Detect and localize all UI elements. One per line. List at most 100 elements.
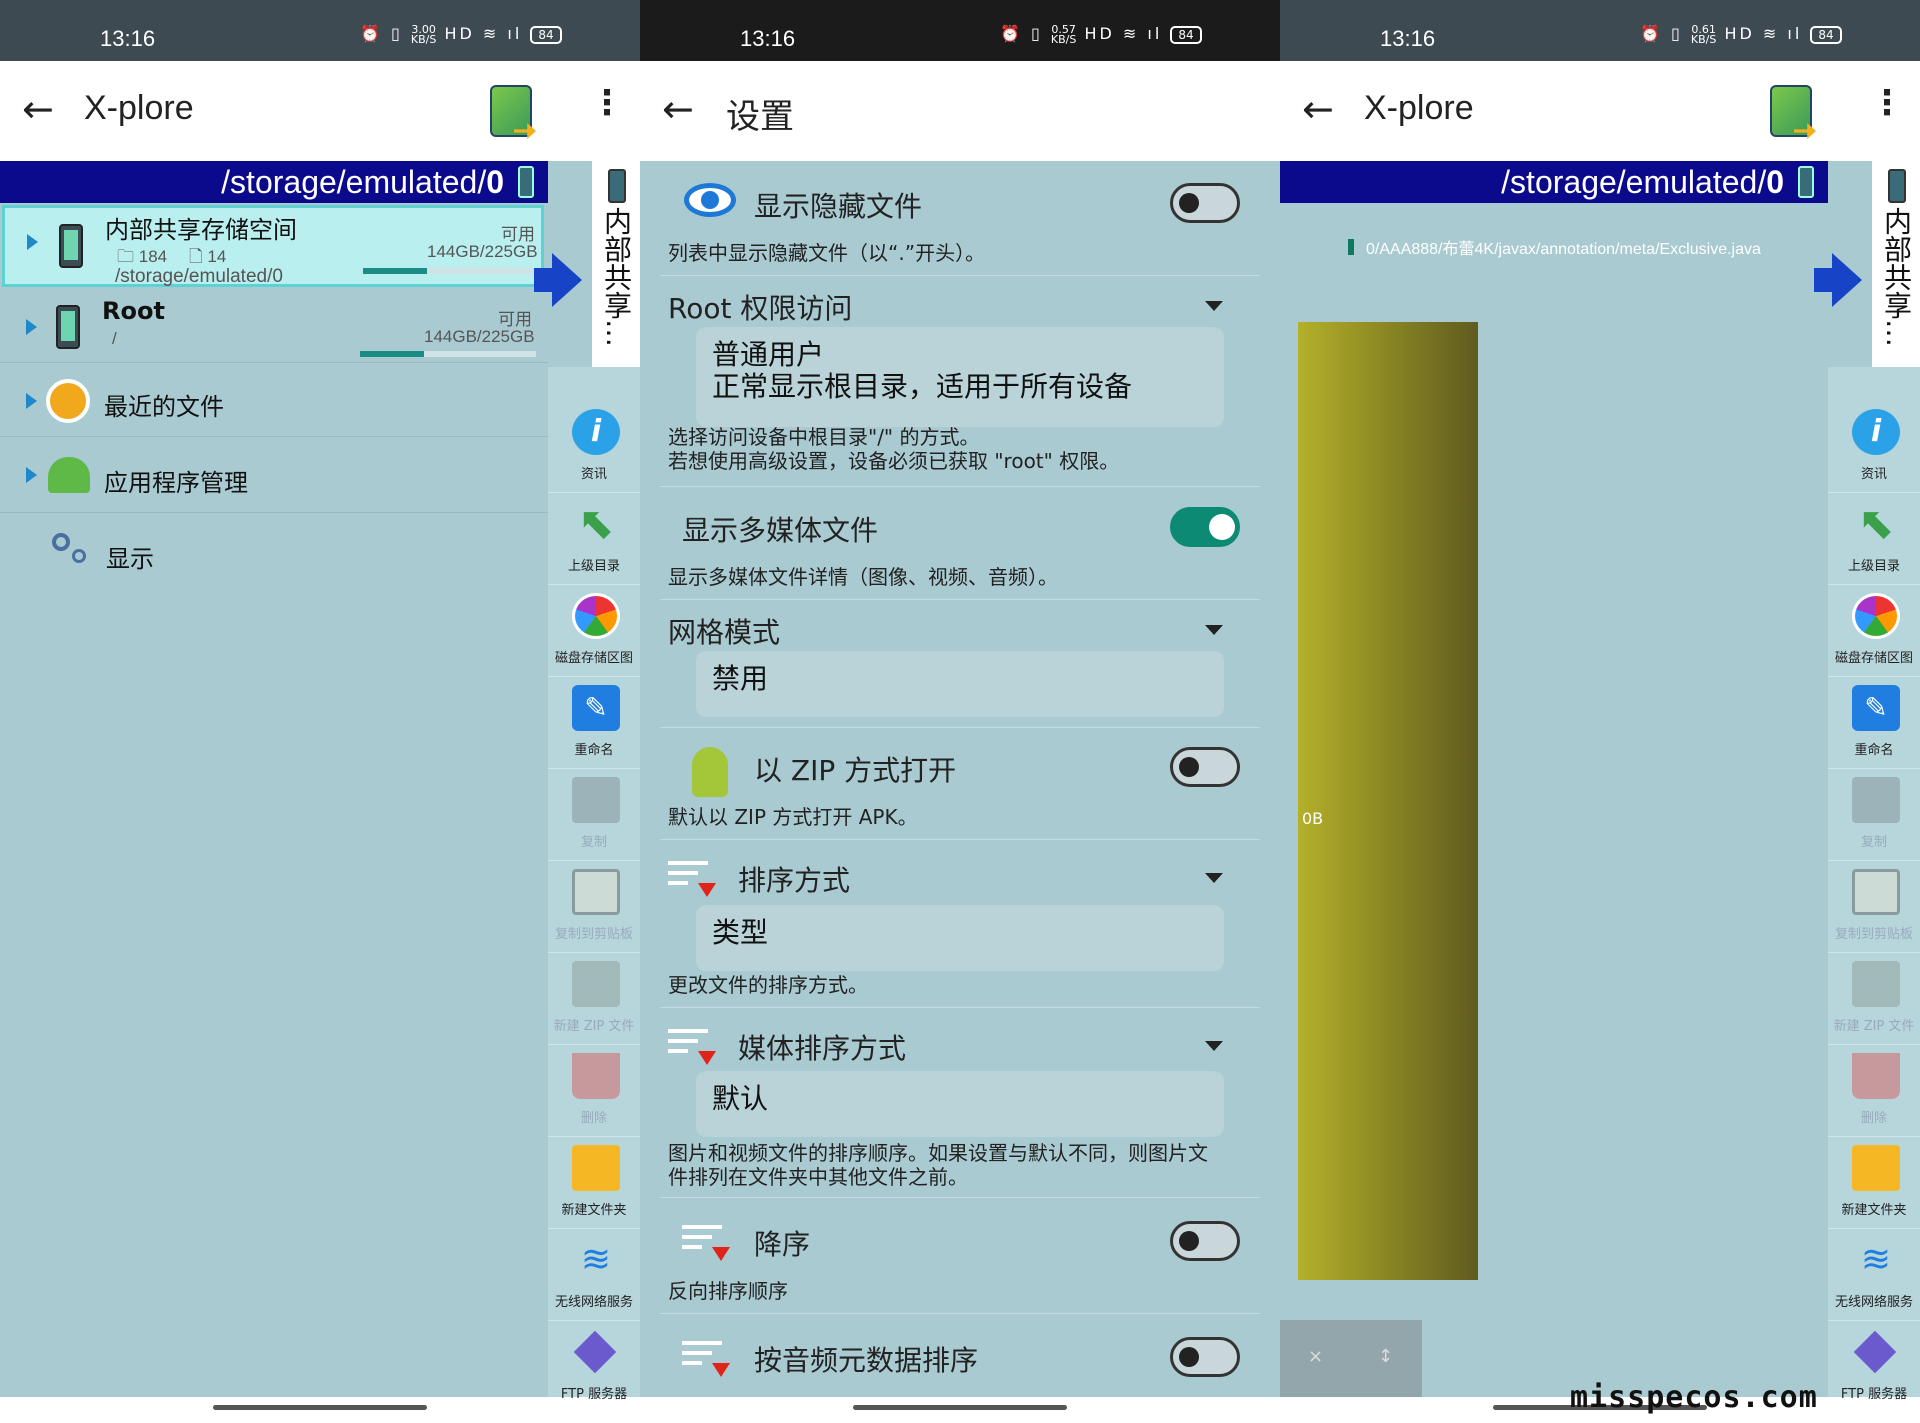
dropdown-arrow-icon[interactable] [1205, 873, 1223, 883]
toggle-show-media[interactable] [1170, 507, 1240, 547]
tool-wifi-server[interactable]: ≋ 无线网络服务 [1828, 1233, 1920, 1321]
tool-new-folder[interactable]: 新建文件夹 [1828, 1141, 1920, 1229]
app-title: X-plore [1364, 89, 1474, 127]
tool-copy-clipboard[interactable]: 复制到剪贴板 [1828, 865, 1920, 953]
setting-sort-audio-meta: 按音频元数据排序 [754, 1344, 979, 1377]
list-item-display[interactable]: 显示 [0, 515, 548, 585]
setting-grid-mode[interactable]: 网格模式 [668, 611, 780, 651]
sort-icon [668, 861, 716, 897]
settings-list: 显示隐藏文件 列表中显示隐藏文件（以“.”开头）。 Root 权限访问 普通用户… [640, 161, 1280, 1397]
tool-delete[interactable]: 删除 [548, 1049, 640, 1137]
divider [660, 839, 1260, 840]
list-item-recent-files[interactable]: 最近的文件 [0, 365, 548, 437]
list-item-root[interactable]: Root / 可用 144GB/225GB [0, 291, 548, 363]
list-item-internal-storage[interactable]: 内部共享存储空间 🗀 184 🗋 14 /storage/emulated/0 … [2, 205, 544, 287]
dropdown-arrow-icon[interactable] [1205, 301, 1223, 311]
tool-new-zip[interactable]: 新建 ZIP 文件 [548, 957, 640, 1045]
copy-direction-arrow-icon [534, 253, 582, 307]
android-icon [692, 747, 728, 797]
toolbar-sidebar: 内部共享… i 资讯 ⬉ 上级目录 磁盘存储区图 ✎ 重命名 复制 复制到剪贴板 新建… [1814, 161, 1920, 1402]
path-bar: /storage/emulated/0 [0, 161, 548, 203]
divider [660, 486, 1260, 487]
tool-new-zip[interactable]: 新建 ZIP 文件 [1828, 957, 1920, 1045]
item-name: 显示 [106, 545, 154, 573]
file-list: /storage/emulated/0 内部共享存储空间 🗀 184 🗋 14 … [0, 161, 640, 1402]
media-sort-value[interactable]: 默认 [696, 1071, 1224, 1137]
grid-mode-value[interactable]: 禁用 [696, 651, 1224, 717]
toggle-show-hidden[interactable] [1170, 183, 1240, 223]
zip-icon [572, 961, 620, 1007]
status-time: 13:16 [740, 26, 796, 51]
usage-bar [363, 268, 539, 274]
toggle-descending[interactable] [1170, 1221, 1240, 1261]
info-icon: i [572, 409, 620, 455]
tool-parent-dir[interactable]: ⬉ 上级目录 [548, 497, 640, 585]
dropdown-arrow-icon[interactable] [1205, 625, 1223, 635]
switch-pane-icon[interactable] [1770, 85, 1812, 137]
new-folder-icon [572, 1145, 620, 1191]
setting-sort-by[interactable]: 排序方式 [738, 859, 850, 899]
panel-settings: 13:16 ⏰ ▯ 0.57 KB/S HD ≋ ıl 84 ← 设置 显示隐藏文… [640, 0, 1280, 1423]
tool-parent-dir[interactable]: ⬉ 上级目录 [1828, 497, 1920, 585]
tool-delete[interactable]: 删除 [1828, 1049, 1920, 1137]
device-icon [1798, 166, 1814, 198]
dropdown-arrow-icon[interactable] [1205, 1041, 1223, 1051]
expand-arrow-icon[interactable] [26, 467, 37, 483]
list-item-app-manager[interactable]: 应用程序管理 [0, 439, 548, 513]
more-menu-icon[interactable]: ⋮ [590, 83, 624, 123]
expand-arrow-icon[interactable] [27, 234, 38, 250]
disk-map-view: /storage/emulated/0 0/AAA888/布蕾4K/javax/… [1280, 161, 1920, 1402]
toggle-sort-audio-meta[interactable] [1170, 1337, 1240, 1377]
back-arrow-icon[interactable]: ← [662, 87, 694, 131]
divider [660, 599, 1260, 600]
switch-pane-icon[interactable] [490, 85, 532, 137]
ftp-icon [573, 1330, 617, 1374]
tool-rename[interactable]: ✎ 重命名 [1828, 681, 1920, 769]
settings-title: 设置 [726, 98, 794, 136]
wifi-icon: ≋ [580, 1239, 612, 1280]
device-icon [608, 169, 626, 203]
nav-gesture-bar[interactable] [853, 1405, 1067, 1410]
toggle-open-zip[interactable] [1170, 747, 1240, 787]
edit-icon: ✎ [572, 685, 620, 731]
path-bar: /storage/emulated/0 [1280, 161, 1828, 203]
tool-copy[interactable]: 复制 [548, 773, 640, 861]
edit-icon: ✎ [1852, 685, 1900, 731]
sort-arrows-icon[interactable]: ↕ [1378, 1346, 1393, 1367]
trash-icon [1852, 1053, 1900, 1099]
nav-gesture-bar[interactable] [213, 1405, 427, 1410]
tool-new-folder[interactable]: 新建文件夹 [548, 1141, 640, 1229]
gears-icon [52, 533, 70, 551]
tool-copy-clipboard[interactable]: 复制到剪贴板 [548, 865, 640, 953]
back-arrow-icon[interactable]: ← [1302, 87, 1334, 131]
expand-arrow-icon[interactable] [26, 319, 37, 335]
disk-map-block[interactable] [1298, 322, 1478, 1280]
tool-ftp-server[interactable]: FTP 服务器 [548, 1325, 640, 1413]
pie-chart-icon [1852, 593, 1900, 639]
more-menu-icon[interactable]: ⋮ [1870, 83, 1904, 123]
setting-desc: 件排列在文件夹中其他文件之前。 [668, 1165, 968, 1189]
expand-arrow-icon[interactable] [26, 393, 37, 409]
setting-media-sort[interactable]: 媒体排序方式 [738, 1027, 906, 1067]
tool-wifi-server[interactable]: ≋ 无线网络服务 [548, 1233, 640, 1321]
tool-disk-map[interactable]: 磁盘存储区图 [548, 589, 640, 677]
watermark: misspecos.com [1570, 1380, 1818, 1415]
sort-by-value[interactable]: 类型 [696, 905, 1224, 971]
status-bar: 13:16 ⏰ ▯ 0.57 KB/S HD ≋ ıl 84 [640, 0, 1280, 61]
tool-copy[interactable]: 复制 [1828, 773, 1920, 861]
tool-info[interactable]: i 资讯 [1828, 405, 1920, 493]
close-icon[interactable]: × [1308, 1346, 1323, 1367]
tool-rename[interactable]: ✎ 重命名 [548, 681, 640, 769]
root-access-value[interactable]: 普通用户 正常显示根目录，适用于所有设备 [696, 327, 1224, 427]
setting-root-access[interactable]: Root 权限访问 [668, 287, 852, 327]
other-pane-label: 内部共享… [600, 207, 633, 347]
status-icons: ⏰ ▯ 0.61 KB/S HD ≋ ıl 84 [1640, 24, 1842, 45]
pie-chart-icon [572, 593, 620, 639]
ftp-icon [1853, 1330, 1897, 1374]
tool-info[interactable]: i 资讯 [548, 405, 640, 493]
android-icon [48, 457, 90, 493]
tool-ftp-server[interactable]: FTP 服务器 [1828, 1325, 1920, 1413]
back-arrow-icon[interactable]: ← [22, 87, 54, 131]
tool-disk-map[interactable]: 磁盘存储区图 [1828, 589, 1920, 677]
status-bar: 13:16 ⏰ ▯ 3.00 KB/S HD ≋ ıl 84 [0, 0, 640, 61]
